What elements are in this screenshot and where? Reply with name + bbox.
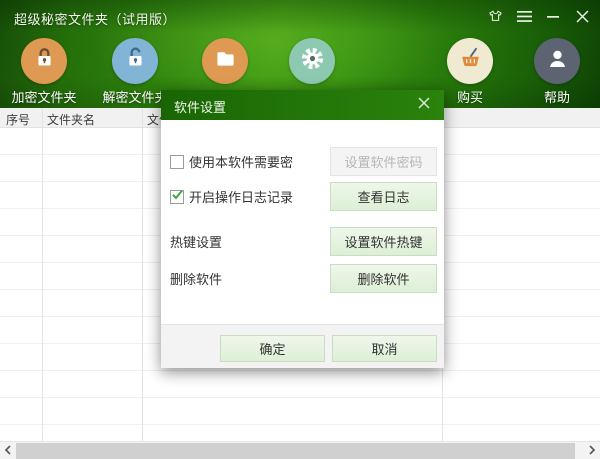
dialog-title: 软件设置 [174,97,226,116]
chevron-right-icon [588,442,596,459]
window-title: 超级秘密文件夹（试用版） [14,9,176,28]
close-icon [576,10,589,28]
settings-row-uninstall: 删除软件 删除软件 [170,264,437,293]
delete-software-button[interactable]: 删除软件 [330,264,437,293]
settings-row-label: 使用本软件需要密 [189,152,293,171]
table-row [0,398,600,425]
column-header-folder-name: 文件夹名 [47,111,95,128]
menu-icon [517,10,532,28]
skin-icon [487,8,504,30]
scroll-left-button[interactable] [0,442,16,459]
view-log-button[interactable]: 查看日志 [330,182,437,211]
settings-row-hotkey: 热键设置 设置软件热键 [170,227,437,256]
skin-button[interactable] [485,10,505,28]
toolbar-encrypt-folder[interactable]: 加密文件夹 [0,38,89,106]
checkmark-icon [171,188,184,206]
minimize-icon [547,10,559,28]
chevron-left-icon [4,442,12,459]
ok-button[interactable]: 确定 [220,335,325,362]
horizontal-scrollbar[interactable] [0,441,600,459]
folder-icon [212,45,239,77]
software-settings-dialog: 软件设置 使用本软件需要密 设置软件密码 开启操作日志记录 查看日志 热键设置 [161,90,444,368]
dialog-close-button[interactable] [414,96,434,114]
menu-button[interactable] [514,10,534,28]
app-window: 超级秘密文件夹（试用版） [0,0,600,459]
table-row [0,425,600,441]
set-software-password-button[interactable]: 设置软件密码 [330,147,437,176]
use-password-checkbox[interactable] [170,155,184,169]
log-record-checkbox[interactable] [170,190,184,204]
person-icon [544,45,571,77]
settings-row-label: 开启操作日志记录 [189,187,293,206]
set-hotkey-button[interactable]: 设置软件热键 [330,227,437,256]
settings-row-label: 删除软件 [170,269,222,288]
close-button[interactable] [572,10,592,28]
scrollbar-thumb[interactable] [16,443,575,459]
dialog-title-bar: 软件设置 [161,90,444,120]
cancel-button[interactable]: 取消 [332,335,437,362]
gear-icon [299,45,326,77]
toolbar-help[interactable]: 帮助 [512,38,600,106]
scroll-right-button[interactable] [584,442,600,459]
settings-row-password: 使用本软件需要密 设置软件密码 [170,147,437,176]
settings-row-label: 热键设置 [170,232,222,251]
dialog-footer: 确定 取消 [161,324,444,368]
basket-icon [457,45,484,77]
settings-row-log: 开启操作日志记录 查看日志 [170,182,437,211]
window-controls [485,10,592,28]
lock-closed-icon [31,45,58,77]
column-divider [42,108,43,441]
minimize-button[interactable] [543,10,563,28]
lock-open-icon [122,45,149,77]
table-row [0,371,600,398]
column-divider [142,108,143,441]
close-icon [418,96,430,114]
column-header-index: 序号 [6,111,30,128]
